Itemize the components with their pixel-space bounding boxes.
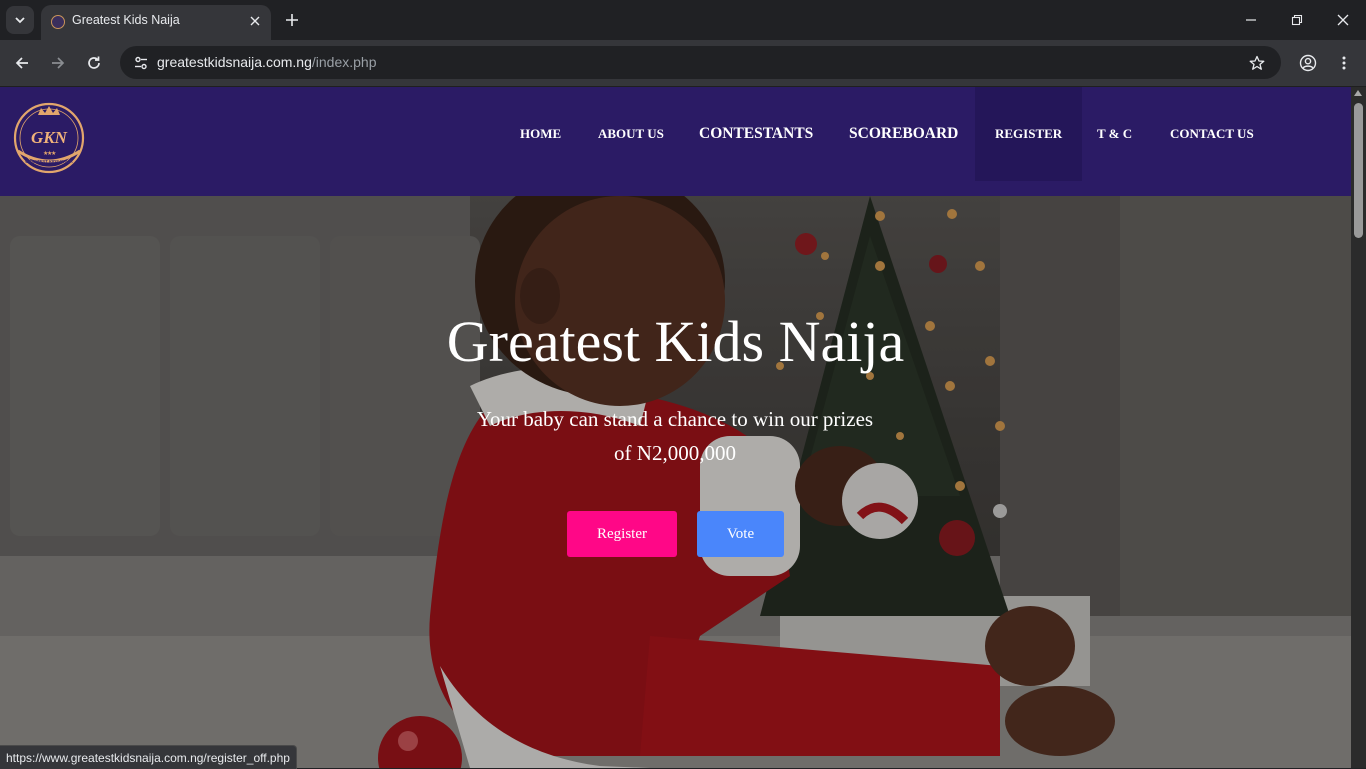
nav-contestants[interactable]: CONTESTANTS: [699, 87, 813, 181]
hero-title: Greatest Kids Naija: [446, 309, 905, 374]
url-host: greatestkidsnaija.com.ng: [157, 54, 312, 70]
restore-button[interactable]: [1274, 0, 1320, 40]
site-navbar: GKN ★ ★ ★ GREATEST KIDS NAIJA HOME ABOUT…: [0, 87, 1351, 196]
hero-section: Greatest Kids Naija Your baby can stand …: [0, 196, 1351, 768]
nav-scoreboard[interactable]: SCOREBOARD: [849, 87, 958, 181]
account-icon: [1299, 54, 1317, 72]
minimize-icon: [1246, 19, 1256, 21]
url-text: greatestkidsnaija.com.ng/index.php: [157, 54, 376, 70]
hero-dark-overlay: [0, 196, 1351, 768]
logo-text: GKN: [31, 128, 68, 147]
link-status-bubble: https://www.greatestkidsnaija.com.ng/reg…: [0, 745, 297, 769]
page-viewport: GKN ★ ★ ★ GREATEST KIDS NAIJA HOME ABOUT…: [0, 87, 1351, 768]
reload-icon: [88, 56, 100, 69]
vote-button[interactable]: Vote: [697, 511, 784, 557]
scroll-up-arrow-icon[interactable]: [1354, 90, 1362, 96]
close-window-button[interactable]: [1320, 0, 1366, 40]
address-bar[interactable]: greatestkidsnaija.com.ng/index.php: [120, 46, 1281, 79]
browser-tabstrip: Greatest Kids Naija: [0, 0, 1366, 40]
new-tab-button[interactable]: [280, 8, 304, 32]
chevron-down-icon: [15, 17, 25, 24]
close-icon: [250, 16, 260, 26]
url-path: /index.php: [311, 54, 377, 70]
browser-toolbar: greatestkidsnaija.com.ng/index.php: [0, 40, 1366, 87]
tab-close-button[interactable]: [247, 13, 263, 29]
back-button[interactable]: [8, 49, 36, 77]
logo-emblem-icon: GKN ★ ★ ★ GREATEST KIDS NAIJA: [13, 102, 85, 174]
tab-search-button[interactable]: [6, 6, 34, 34]
arrow-right-icon: [52, 57, 65, 69]
nav-contact[interactable]: CONTACT US: [1170, 87, 1254, 181]
page-scrollbar[interactable]: [1351, 87, 1366, 768]
nav-register[interactable]: REGISTER: [975, 87, 1083, 181]
site-favicon-icon: [51, 15, 65, 29]
arrow-left-icon: [15, 57, 28, 69]
reload-button[interactable]: [80, 49, 108, 77]
close-icon: [1337, 14, 1349, 26]
forward-button[interactable]: [44, 49, 72, 77]
minimize-button[interactable]: [1228, 0, 1274, 40]
profile-button[interactable]: [1294, 49, 1322, 77]
register-button[interactable]: Register: [567, 511, 677, 557]
restore-icon: [1291, 14, 1303, 26]
logo-caption: GREATEST KIDS NAIJA: [25, 159, 72, 164]
more-vertical-icon: [1342, 56, 1346, 70]
tab-title: Greatest Kids Naija: [72, 13, 180, 27]
scrollbar-thumb[interactable]: [1354, 103, 1363, 238]
star-icon: [1249, 55, 1265, 70]
svg-text:★: ★: [51, 150, 56, 157]
nav-terms[interactable]: T & C: [1097, 87, 1132, 181]
plus-icon: [286, 14, 298, 26]
browser-menu-button[interactable]: [1330, 49, 1358, 77]
tune-icon: [135, 56, 147, 70]
browser-tab[interactable]: Greatest Kids Naija: [41, 5, 271, 40]
bookmark-button[interactable]: [1245, 51, 1269, 75]
site-logo[interactable]: GKN ★ ★ ★ GREATEST KIDS NAIJA: [10, 99, 88, 177]
nav-about[interactable]: ABOUT US: [598, 87, 664, 181]
nav-home[interactable]: HOME: [520, 87, 561, 181]
site-info-button[interactable]: [128, 50, 154, 76]
hero-subtitle: Your baby can stand a chance to win our …: [476, 407, 874, 465]
